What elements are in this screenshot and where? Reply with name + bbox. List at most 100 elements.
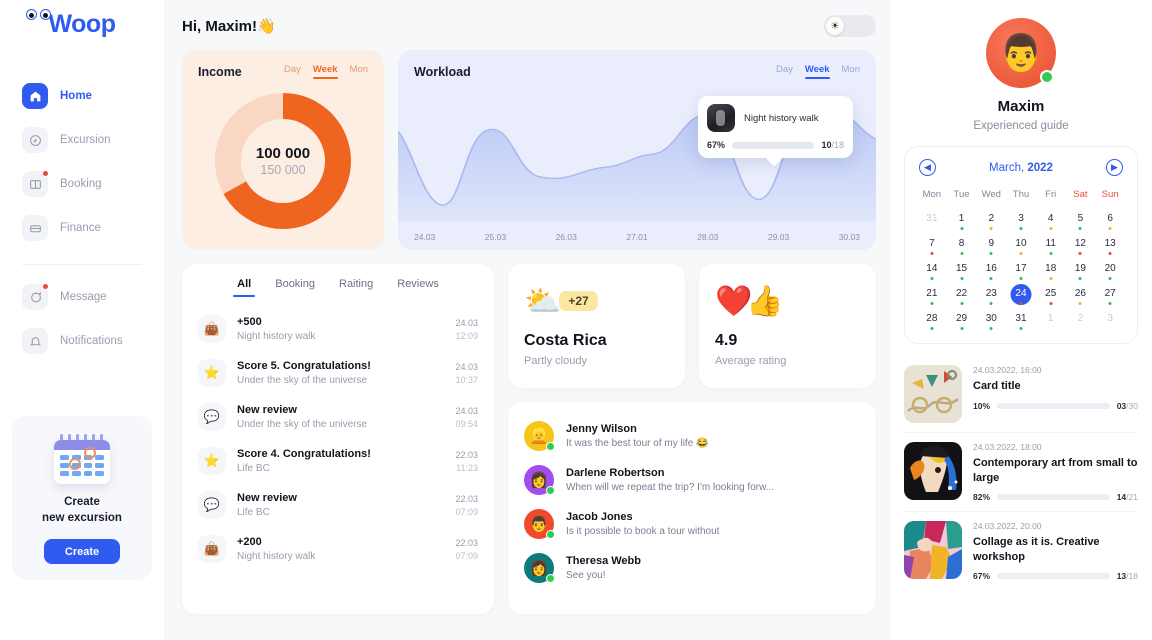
income-tab-mon[interactable]: Mon	[350, 64, 368, 79]
calendar-day[interactable]: 19	[1066, 258, 1096, 283]
calendar-day[interactable]: 3	[1095, 308, 1125, 333]
greeting-text: Hi, Maxim!	[182, 18, 258, 35]
sidebar-item-home[interactable]: Home	[0, 74, 164, 118]
sidebar-item-booking[interactable]: Booking	[0, 162, 164, 206]
calendar-day[interactable]: 21	[917, 283, 947, 308]
calendar-day-dot	[1019, 327, 1023, 330]
calendar-day[interactable]: 8	[947, 233, 977, 258]
tooltip-done: 10	[821, 140, 832, 150]
temperature-badge: +27	[559, 291, 598, 311]
weekday-label: Thu	[1012, 189, 1030, 200]
calendar-day-dot	[989, 302, 993, 305]
calendar-day[interactable]: 29	[947, 308, 977, 333]
sidebar-item-finance[interactable]: Finance	[0, 206, 164, 250]
profile-role: Experienced guide	[973, 120, 1069, 132]
calendar-day[interactable]: 22	[947, 283, 977, 308]
list-item[interactable]: ⭐ Score 5. Congratulations! Under the sk…	[198, 351, 478, 395]
sidebar-item-label: Booking	[60, 178, 102, 190]
income-tab-day[interactable]: Day	[284, 64, 301, 79]
message-sender: Theresa Webb	[566, 555, 641, 567]
list-item[interactable]: 24.03.2022, 20:00 Collage as it is. Crea…	[904, 511, 1138, 590]
calendar-day[interactable]: 4	[1036, 208, 1066, 233]
list-item[interactable]: ⭐ Score 4. Congratulations! Life BC 22.0…	[198, 439, 478, 483]
calendar-day[interactable]: 13	[1095, 233, 1125, 258]
calendar-day[interactable]: 11	[1036, 233, 1066, 258]
lower-row: All Booking Raiting Reviews 👜 +500 Night…	[182, 264, 876, 614]
compass-icon	[22, 127, 48, 153]
list-item[interactable]: 💬 New review Under the sky of the univer…	[198, 395, 478, 439]
calendar-day[interactable]: 7	[917, 233, 947, 258]
create-card-title: Create new excursion	[22, 494, 142, 527]
list-item[interactable]: 👩 Theresa Webb See you!	[524, 546, 860, 590]
create-button[interactable]: Create	[44, 539, 120, 564]
tab-booking[interactable]: Booking	[275, 278, 315, 297]
calendar-day[interactable]: 9	[976, 233, 1006, 258]
avatar: 👨	[524, 509, 555, 539]
activity-time: 11:23	[456, 462, 478, 473]
list-item[interactable]: 👜 +200 Night history walk 22.03 07:09	[198, 527, 478, 571]
calendar-day[interactable]: 20	[1095, 258, 1125, 283]
list-item[interactable]: 👩 Darlene Robertson When will we repeat …	[524, 458, 860, 502]
calendar-day[interactable]: 30	[976, 308, 1006, 333]
list-item[interactable]: 💬 New review Life BC 22.03 07:09	[198, 483, 478, 527]
calendar-day-dot	[960, 252, 964, 255]
arrow-left-circle-icon[interactable]: ◀	[919, 159, 936, 176]
arrow-right-circle-icon[interactable]: ▶	[1105, 159, 1123, 176]
event-count: 13/18	[1117, 571, 1138, 581]
sidebar-divider	[22, 264, 142, 265]
calendar-day[interactable]: 15	[947, 258, 977, 283]
activity-subtitle: Life BC	[237, 463, 270, 474]
income-tab-week[interactable]: Week	[312, 64, 338, 79]
calendar-day[interactable]: 18	[1036, 258, 1066, 283]
calendar-day-dot	[989, 327, 993, 330]
calendar-day[interactable]: 2	[976, 208, 1006, 233]
calendar-day[interactable]: 12	[1066, 233, 1096, 258]
calendar-day[interactable]: 6	[1095, 208, 1125, 233]
calendar-day[interactable]: 23	[976, 283, 1006, 308]
sidebar-item-message[interactable]: Message	[0, 275, 164, 319]
list-item[interactable]: 24.03.2022, 16:00 Card title 10% 03/30	[904, 356, 1138, 432]
calendar-day[interactable]: 1	[1036, 308, 1066, 333]
calendar-day[interactable]: 2	[1066, 308, 1096, 333]
calendar-day[interactable]: 28	[917, 308, 947, 333]
tab-raiting[interactable]: Raiting	[339, 278, 373, 297]
theme-toggle[interactable]: ☀	[824, 15, 876, 37]
calendar-day[interactable]: 14	[917, 258, 947, 283]
calendar-day[interactable]: 24	[1006, 283, 1036, 308]
tour-thumbnail	[707, 104, 735, 132]
list-item[interactable]: 👱 Jenny Wilson It was the best tour of m…	[524, 414, 860, 458]
calendar-day[interactable]: 17	[1006, 258, 1036, 283]
list-item[interactable]: 👜 +500 Night history walk 24.03 12:09	[198, 307, 478, 351]
tooltip-progress-bar	[732, 141, 815, 149]
axis-tick: 28.03	[697, 232, 719, 242]
activity-subtitle: Under the sky of the universe	[237, 375, 368, 386]
sidebar-item-excursion[interactable]: Excursion	[0, 118, 164, 162]
workload-tab-day[interactable]: Day	[776, 64, 793, 79]
workload-tab-mon[interactable]: Mon	[842, 64, 860, 79]
calendar-day[interactable]: 31	[917, 208, 947, 233]
list-item[interactable]: 24.03.2022, 18:00 Contemporary art from …	[904, 432, 1138, 511]
calendar-day[interactable]: 16	[976, 258, 1006, 283]
activity-date: 22.03	[455, 449, 478, 460]
sidebar-item-notifications[interactable]: Notifications	[0, 319, 164, 363]
avatar[interactable]: 👨	[986, 18, 1056, 88]
notification-dot	[43, 171, 48, 176]
tab-all[interactable]: All	[233, 278, 256, 297]
app-logo[interactable]: Woop	[0, 0, 164, 52]
calendar-day-dot	[1019, 227, 1023, 230]
calendar-day[interactable]: 3	[1006, 208, 1036, 233]
chat-icon	[22, 284, 48, 310]
workload-tab-week[interactable]: Week	[804, 64, 830, 79]
message-preview: It was the best tour of my life 😂	[566, 438, 709, 449]
workload-x-axis: 24.03 25.03 26.03 27.01 28.03 29.03 30.0…	[414, 232, 860, 242]
calendar-day[interactable]: 25	[1036, 283, 1066, 308]
calendar-day[interactable]: 27	[1095, 283, 1125, 308]
calendar-day[interactable]: 26	[1066, 283, 1096, 308]
calendar-day[interactable]: 1	[947, 208, 977, 233]
calendar-day[interactable]: 5	[1066, 208, 1096, 233]
calendar-day[interactable]: 10	[1006, 233, 1036, 258]
calendar-day[interactable]: 31	[1006, 308, 1036, 333]
list-item[interactable]: 👨 Jacob Jones Is it possible to book a t…	[524, 502, 860, 546]
tab-reviews[interactable]: Reviews	[397, 278, 439, 297]
avatar: 👩	[524, 465, 555, 495]
